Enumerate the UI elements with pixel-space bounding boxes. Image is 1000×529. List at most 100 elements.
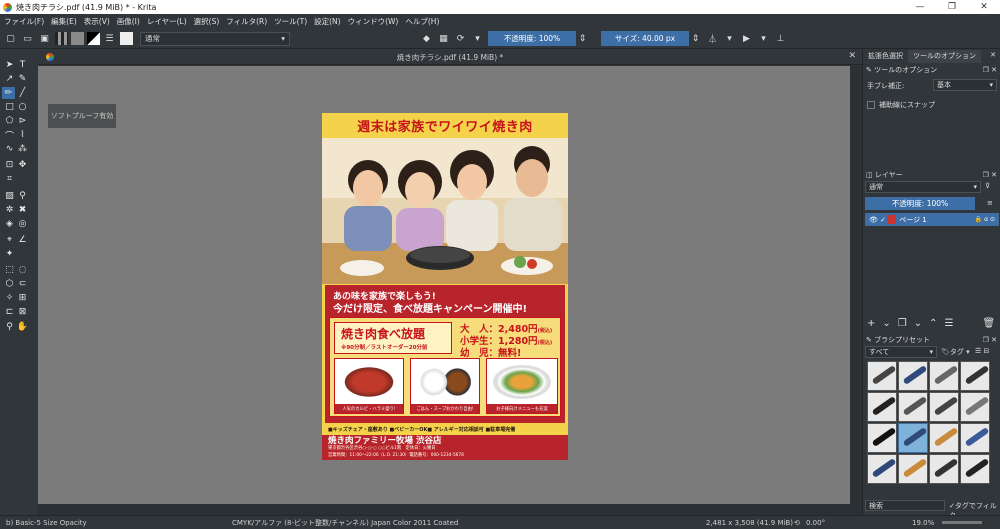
canvas[interactable]: ソフトプルーフ有効 週末は家族でワイワイ焼き肉 あの味を家族で楽しもう! 今だけ… <box>38 66 850 504</box>
filter-icon[interactable]: ⊽ <box>985 182 990 190</box>
edit-shapes-tool-icon[interactable]: ↗ <box>3 73 16 85</box>
save-icon[interactable]: ▣ <box>38 32 51 45</box>
menu-window[interactable]: ウィンドウ(W) <box>348 16 399 27</box>
preset-filter-select[interactable]: すべて ▾ <box>865 346 937 358</box>
move-tool-icon[interactable]: ✥ <box>16 159 29 171</box>
brush-settings-icon[interactable]: ☰ <box>103 32 116 45</box>
status-rotation[interactable]: 0.00° <box>806 519 825 527</box>
new-document-icon[interactable]: ▢ <box>4 32 17 45</box>
opacity-slider[interactable]: 不透明度: 100% <box>488 31 576 46</box>
snap-checkbox[interactable] <box>867 101 875 109</box>
freehand-brush-tool-icon[interactable]: ✏ <box>2 87 15 99</box>
crop-tool-icon[interactable]: ⌗ <box>3 173 16 185</box>
tab-tool-options[interactable]: ツールのオプション <box>908 50 981 63</box>
size-slider[interactable]: サイズ: 40.00 px <box>601 31 689 46</box>
document-tab[interactable]: 焼き肉チラシ.pdf (41.9 MiB) * ✕ <box>38 50 862 65</box>
polygon-select-tool-icon[interactable]: ⬡ <box>3 278 16 290</box>
menu-layer[interactable]: レイヤー(L) <box>147 16 187 27</box>
rectangle-tool-icon[interactable]: □ <box>3 101 16 113</box>
opacity-spin-icon[interactable]: ⇕ <box>576 32 589 45</box>
calligraphy-tool-icon[interactable]: ✎ <box>16 73 29 85</box>
horizontal-scrollbar[interactable] <box>38 504 862 515</box>
eraser-icon[interactable]: ◆ <box>420 32 433 45</box>
enclose-fill-tool-icon[interactable]: ◎ <box>16 218 29 230</box>
brush-preset[interactable] <box>898 454 928 484</box>
brush-preset[interactable] <box>960 392 990 422</box>
menu-image[interactable]: 画像(I) <box>117 16 140 27</box>
menu-filter[interactable]: フィルタ(R) <box>226 16 267 27</box>
menu-edit[interactable]: 編集(E) <box>51 16 77 27</box>
menu-help[interactable]: ヘルプ(H) <box>405 16 439 27</box>
similar-select-tool-icon[interactable]: ⊞ <box>16 292 29 304</box>
delete-layer-icon[interactable]: 🗑 <box>983 318 996 329</box>
panel-float-close-icon[interactable]: ❐ ✕ <box>983 171 997 179</box>
minimize-button[interactable]: — <box>904 2 936 12</box>
chevron-down-icon[interactable]: ▾ <box>723 32 736 45</box>
visibility-eye-icon[interactable]: 👁 <box>869 216 880 224</box>
smoothing-select[interactable]: 基本 ▾ <box>933 79 997 91</box>
status-zoom[interactable]: 19.0% <box>912 519 934 527</box>
assistant-tool-icon[interactable]: ⌖ <box>3 234 16 246</box>
text-tool-icon[interactable]: T <box>16 59 29 71</box>
gradient-tool-icon[interactable]: ▨ <box>3 190 16 202</box>
brush-preset[interactable] <box>867 454 897 484</box>
polyline-tool-icon[interactable]: ⊳ <box>16 115 29 127</box>
menu-select[interactable]: 選択(S) <box>194 16 220 27</box>
panel-float-close-icon[interactable]: ❐ ✕ <box>983 66 997 74</box>
rect-select-tool-icon[interactable]: ⬚ <box>3 264 16 276</box>
close-tab-icon[interactable]: ✕ <box>848 51 856 61</box>
pattern-swatch[interactable] <box>71 32 84 45</box>
gradient-swatch[interactable] <box>55 32 68 45</box>
layer-row[interactable]: 👁 ✓ ページ 1 🔒 α ⊙ <box>865 213 999 226</box>
zoom-slider[interactable] <box>942 521 982 524</box>
move-up-icon[interactable]: ⌃ <box>929 318 937 329</box>
size-spin-icon[interactable]: ⇕ <box>689 32 702 45</box>
dynamic-brush-tool-icon[interactable]: ∿ <box>3 143 16 155</box>
brush-preset[interactable] <box>929 392 959 422</box>
zoom-tool-icon[interactable]: ⚲ <box>3 321 16 333</box>
brush-preset-selected[interactable] <box>898 423 928 453</box>
mirror-vertical-icon[interactable]: ▶ <box>740 32 753 45</box>
dock-close-icon[interactable]: ✕ <box>985 50 1000 63</box>
maximize-button[interactable]: ❐ <box>936 2 968 12</box>
transform-tool-icon[interactable]: ⊡ <box>3 159 16 171</box>
fill-tool-icon[interactable]: ◈ <box>3 218 16 230</box>
duplicate-layer-icon[interactable]: ❐ <box>898 318 907 329</box>
colorize-mask-tool-icon[interactable]: ✲ <box>3 204 16 216</box>
menu-view[interactable]: 表示(V) <box>84 16 110 27</box>
tab-advanced-color[interactable]: 拡張色選択 <box>863 50 908 63</box>
measure-tool-icon[interactable]: ∠ <box>16 234 29 246</box>
brush-preset[interactable] <box>960 423 990 453</box>
wrap-around-icon[interactable]: ⊥ <box>774 32 787 45</box>
mirror-horizontal-icon[interactable]: ⏃ <box>706 32 719 45</box>
layer-lock-icon[interactable]: 🔒 α ⊙ <box>975 216 995 223</box>
chevron-down-icon[interactable]: ▾ <box>471 32 484 45</box>
menu-settings[interactable]: 設定(N) <box>314 16 340 27</box>
polygon-tool-icon[interactable]: ⬠ <box>3 115 16 127</box>
layer-blend-select[interactable]: 通常 ▾ <box>865 181 981 193</box>
brush-preset[interactable] <box>867 423 897 453</box>
ellipse-tool-icon[interactable]: ○ <box>16 101 29 113</box>
chevron-down-icon[interactable]: ▾ <box>757 32 770 45</box>
magnetic-select-tool-icon[interactable]: ⊠ <box>16 306 29 318</box>
panel-float-close-icon[interactable]: ❐ ✕ <box>983 336 997 344</box>
bezier-select-tool-icon[interactable]: ⊏ <box>3 306 16 318</box>
layer-properties-icon[interactable]: ☰ <box>945 318 954 329</box>
color-picker-tool-icon[interactable]: ⚲ <box>16 190 29 202</box>
line-tool-icon[interactable]: ╱ <box>16 87 29 99</box>
select-shapes-tool-icon[interactable]: ➤ <box>3 59 16 71</box>
close-button[interactable]: ✕ <box>968 2 1000 12</box>
reference-images-tool-icon[interactable]: ✦ <box>3 248 16 260</box>
tag-button[interactable]: 🏷タグ ▾ <box>941 347 970 357</box>
brush-preset[interactable] <box>867 392 897 422</box>
menu-tools[interactable]: ツール(T) <box>274 16 307 27</box>
menu-file[interactable]: ファイル(F) <box>4 16 44 27</box>
brush-preset[interactable] <box>929 423 959 453</box>
pan-tool-icon[interactable]: ✋ <box>16 321 29 333</box>
contiguous-select-tool-icon[interactable]: ✧ <box>3 292 16 304</box>
brush-preset[interactable] <box>960 454 990 484</box>
brush-preset[interactable] <box>898 361 928 391</box>
layer-menu-icon[interactable]: ≡ <box>987 199 993 207</box>
reload-preset-icon[interactable]: ⟳ <box>454 32 467 45</box>
blend-mode-select[interactable]: 通常 ▾ <box>140 31 290 46</box>
